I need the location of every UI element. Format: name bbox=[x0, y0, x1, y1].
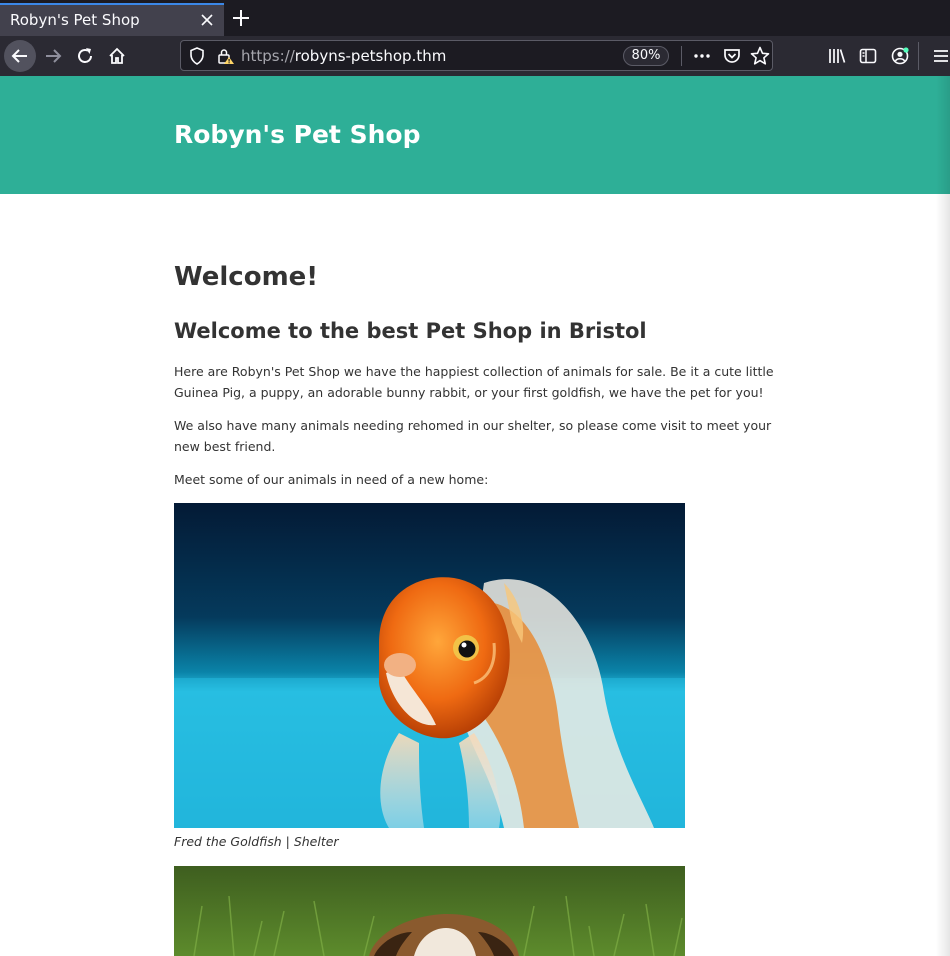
site-header: Robyn's Pet Shop bbox=[0, 76, 950, 194]
url-text[interactable]: https://robyns-petshop.thm bbox=[241, 47, 446, 65]
address-bar[interactable]: https://robyns-petshop.thm 80% bbox=[180, 40, 773, 71]
arrow-right-icon bbox=[46, 49, 62, 63]
navigation-toolbar: https://robyns-petshop.thm 80% bbox=[0, 36, 950, 76]
home-button[interactable] bbox=[101, 40, 133, 72]
star-icon[interactable] bbox=[749, 45, 771, 71]
zoom-badge[interactable]: 80% bbox=[623, 46, 669, 66]
intro-paragraph: Here are Robyn's Pet Shop we have the ha… bbox=[174, 364, 774, 400]
web-page: Robyn's Pet Shop Welcome! Welcome to the… bbox=[0, 76, 950, 956]
home-icon bbox=[109, 47, 125, 64]
browser-tab[interactable]: Robyn's Pet Shop bbox=[0, 3, 224, 36]
more-icon[interactable] bbox=[691, 45, 713, 71]
account-icon[interactable] bbox=[890, 46, 910, 66]
puppy-photo bbox=[174, 866, 685, 956]
pet-caption: Fred the Goldfish | Shelter bbox=[174, 834, 339, 849]
library-icon[interactable] bbox=[827, 46, 847, 66]
page-edge-shadow bbox=[936, 76, 950, 956]
arrow-left-icon bbox=[11, 49, 27, 63]
url-separator bbox=[681, 46, 682, 66]
sidebar-icon[interactable] bbox=[858, 46, 878, 66]
close-icon[interactable] bbox=[198, 7, 216, 33]
plus-icon[interactable] bbox=[230, 5, 252, 31]
goldfish-photo bbox=[174, 503, 685, 828]
lock-warning-icon[interactable] bbox=[217, 47, 235, 69]
tab-title: Robyn's Pet Shop bbox=[10, 11, 140, 29]
shelter-paragraph: We also have many animals needing rehome… bbox=[174, 418, 772, 454]
shield-icon[interactable] bbox=[189, 47, 205, 69]
reload-button[interactable] bbox=[69, 40, 101, 72]
url-host: robyns-petshop.thm bbox=[294, 47, 447, 65]
reload-icon bbox=[78, 48, 92, 63]
site-title: Robyn's Pet Shop bbox=[174, 120, 421, 149]
toolbar-separator bbox=[918, 42, 919, 70]
url-scheme: https:// bbox=[241, 47, 295, 65]
pocket-icon[interactable] bbox=[721, 45, 743, 71]
page-title: Welcome! bbox=[174, 262, 319, 292]
animals-intro-paragraph: Meet some of our animals in need of a ne… bbox=[174, 472, 489, 487]
back-button[interactable] bbox=[4, 40, 36, 72]
page-subtitle: Welcome to the best Pet Shop in Bristol bbox=[174, 319, 647, 343]
forward-button[interactable] bbox=[37, 40, 69, 72]
tab-bar: Robyn's Pet Shop bbox=[0, 0, 950, 36]
menu-icon[interactable] bbox=[931, 46, 950, 66]
